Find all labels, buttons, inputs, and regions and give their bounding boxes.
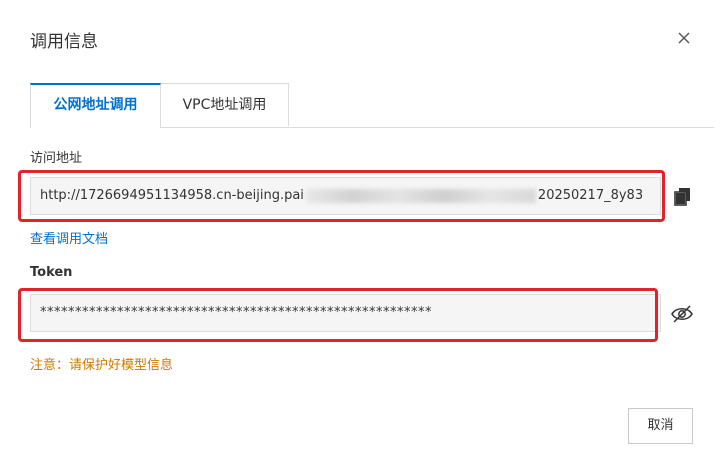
token-label: Token xyxy=(30,265,73,280)
warning-text: 注意：请保护好模型信息 xyxy=(30,358,174,373)
endpoint-url-prefix: http://1726694951134958.cn-beijing.pai xyxy=(40,188,304,203)
call-info-dialog: 调用信息 公网地址调用 VPC地址调用 访问地址 http://17266949… xyxy=(0,0,727,476)
eye-slash-icon[interactable] xyxy=(670,302,694,326)
endpoint-label: 访问地址 xyxy=(30,151,83,166)
endpoint-url-suffix: 20250217_8y83 xyxy=(537,188,644,203)
redacted-blur xyxy=(305,188,536,203)
view-docs-link[interactable]: 查看调用文档 xyxy=(30,228,108,247)
endpoint-url-field[interactable]: http://1726694951134958.cn-beijing.pai 20… xyxy=(30,177,661,215)
close-icon[interactable] xyxy=(672,26,696,50)
dialog-title: 调用信息 xyxy=(30,32,98,52)
copy-icon[interactable] xyxy=(672,185,694,207)
cancel-button[interactable]: 取消 xyxy=(628,408,693,444)
tab-bar: 公网地址调用 VPC地址调用 xyxy=(30,83,714,128)
token-field[interactable]: ****************************************… xyxy=(30,294,661,332)
tab-vpc-endpoint[interactable]: VPC地址调用 xyxy=(161,83,289,126)
tab-public-endpoint[interactable]: 公网地址调用 xyxy=(30,83,161,128)
